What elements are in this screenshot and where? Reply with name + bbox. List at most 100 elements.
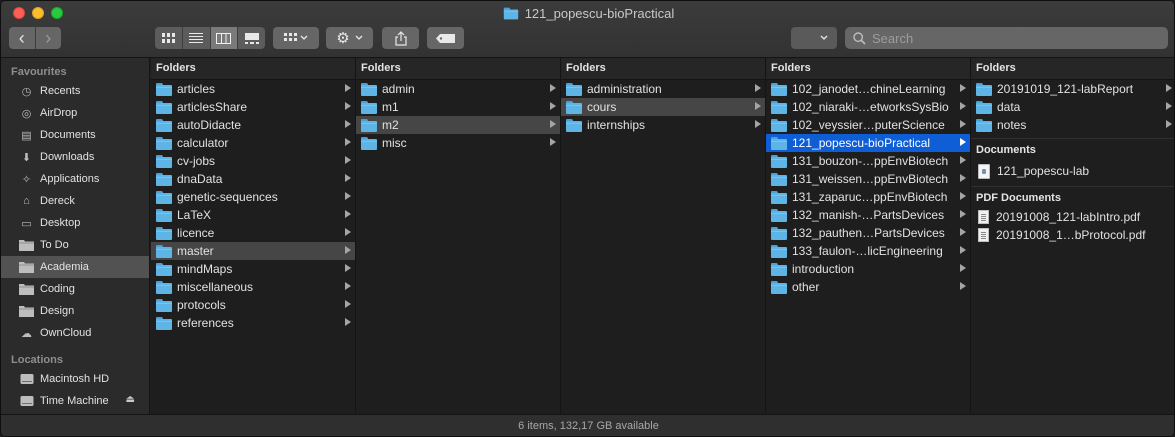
folder-item[interactable]: 132_manish-…PartsDevices: [766, 206, 970, 224]
folder-item[interactable]: 102_veyssier…puterScience: [766, 116, 970, 134]
folder-name: data: [997, 100, 1021, 114]
sidebar-item-desktop[interactable]: ▭ Desktop: [1, 212, 149, 234]
folder-item[interactable]: misc: [356, 134, 560, 152]
folder-item[interactable]: 131_zaparuc…ppEnvBiotech: [766, 188, 970, 206]
column-header: Folders: [151, 58, 355, 80]
folder-item[interactable]: master: [151, 242, 355, 260]
icon-view-button[interactable]: [155, 27, 182, 49]
sidebar-item-academia[interactable]: Academia: [1, 256, 149, 278]
gallery-view-button[interactable]: [237, 27, 265, 49]
search-input[interactable]: [872, 30, 1152, 46]
pdf-name: 20191008_121-labIntro.pdf: [996, 210, 1141, 224]
folder-name: 102_niaraki-…etworksSysBio: [792, 100, 949, 114]
sidebar-item-to-do[interactable]: To Do: [1, 234, 149, 256]
folder-icon: [156, 190, 172, 204]
sidebar-item-airdrop[interactable]: ◎ AirDrop: [1, 102, 149, 124]
folder-item[interactable]: articles: [151, 80, 355, 98]
favourites-list: ◷ Recents ◎ AirDrop ▤ Documents ⬇ Downloads ✧ App…: [1, 80, 149, 344]
sidebar-item-owncloud[interactable]: ☁ OwnCloud: [1, 322, 149, 344]
icon-grid-icon: [161, 33, 175, 43]
document-item[interactable]: 121_popescu-lab: [971, 160, 1174, 182]
folder-item[interactable]: calculator: [151, 134, 355, 152]
folder-item[interactable]: 102_janodet…chineLearning: [766, 80, 970, 98]
folder-item[interactable]: m1: [356, 98, 560, 116]
folder-item[interactable]: cv-jobs: [151, 152, 355, 170]
sidebar-item-coding[interactable]: Coding: [1, 278, 149, 300]
folder-item[interactable]: 131_bouzon-…ppEnvBiotech: [766, 152, 970, 170]
folder-item[interactable]: mindMaps: [151, 260, 355, 278]
action-menu-button[interactable]: ⚙: [326, 27, 373, 49]
folder-item[interactable]: cours: [561, 98, 765, 116]
folder-name: mindMaps: [177, 262, 233, 276]
folder-item[interactable]: articlesShare: [151, 98, 355, 116]
folder-name: 132_pauthen…PartsDevices: [792, 226, 945, 240]
forward-button[interactable]: ›: [34, 27, 62, 49]
tags-button[interactable]: [427, 27, 464, 49]
folder-item[interactable]: notes: [971, 116, 1174, 134]
navigation-buttons: ‹ ›: [9, 27, 61, 49]
sidebar-item-macintosh-hd[interactable]: Macintosh HD: [1, 368, 149, 390]
folder-name: 131_zaparuc…ppEnvBiotech: [792, 190, 948, 204]
column-3: Folders administration cours internships: [561, 58, 766, 414]
folder-item[interactable]: data: [971, 98, 1174, 116]
sidebar-item-documents[interactable]: ▤ Documents: [1, 124, 149, 146]
column-view-button[interactable]: [209, 27, 238, 49]
folder-icon: [361, 136, 377, 150]
pdf-section-header: PDF Documents: [971, 186, 1174, 208]
list-view-button[interactable]: [181, 27, 210, 49]
folder-item[interactable]: 131_weissen…ppEnvBiotech: [766, 170, 970, 188]
folder-item[interactable]: 132_pauthen…PartsDevices: [766, 224, 970, 242]
sidebar-item-design[interactable]: Design: [1, 300, 149, 322]
sidebar-item-label: Recents: [40, 85, 81, 97]
folder-name: admin: [382, 82, 415, 96]
folder-item[interactable]: admin: [356, 80, 560, 98]
list-icon: [189, 33, 204, 43]
back-button[interactable]: ‹: [9, 27, 35, 49]
disclosure-arrow-icon: [960, 120, 966, 128]
sidebar-item-recents[interactable]: ◷ Recents: [1, 80, 149, 102]
column-header: Folders: [561, 58, 765, 80]
disclosure-arrow-icon: [960, 84, 966, 92]
folder-item[interactable]: 121_popescu-bioPractical: [766, 134, 970, 152]
share-button[interactable]: [382, 27, 419, 49]
folder-item[interactable]: protocols: [151, 296, 355, 314]
folder-item[interactable]: genetic-sequences: [151, 188, 355, 206]
gallery-icon: [244, 32, 259, 44]
sidebar-item-applications[interactable]: ✧ Applications: [1, 168, 149, 190]
chevron-right-icon: ›: [45, 28, 52, 48]
sidebar-item-dereck[interactable]: ⌂ Dereck: [1, 190, 149, 212]
group-by-button[interactable]: [273, 27, 319, 49]
disk-icon: [19, 372, 34, 386]
folder-item[interactable]: dnaData: [151, 170, 355, 188]
folder-item[interactable]: 133_faulon-…licEngineering: [766, 242, 970, 260]
sidebar-item-downloads[interactable]: ⬇ Downloads: [1, 146, 149, 168]
folder-item[interactable]: licence: [151, 224, 355, 242]
search-field[interactable]: [845, 27, 1168, 49]
folder-item[interactable]: 102_niaraki-…etworksSysBio: [766, 98, 970, 116]
folder-item[interactable]: miscellaneous: [151, 278, 355, 296]
folder-item[interactable]: references: [151, 314, 355, 332]
folder-icon: [771, 154, 787, 168]
pdf-name: 20191008_1…bProtocol.pdf: [996, 228, 1146, 242]
sidebar-item-time-machine[interactable]: Time Machine ⏏: [1, 390, 149, 412]
folder-name: master: [177, 244, 214, 258]
folder-item[interactable]: internships: [561, 116, 765, 134]
folder-item[interactable]: LaTeX: [151, 206, 355, 224]
pdf-item[interactable]: 20191008_1…bProtocol.pdf: [971, 226, 1174, 244]
disclosure-arrow-icon: [345, 318, 351, 326]
download-icon: ⬇: [21, 151, 32, 164]
folder-icon: [156, 172, 172, 186]
folder-icon: [156, 280, 172, 294]
folder-name: genetic-sequences: [177, 190, 278, 204]
pdf-item[interactable]: 20191008_121-labIntro.pdf: [971, 208, 1174, 226]
folder-item[interactable]: administration: [561, 80, 765, 98]
folder-item[interactable]: introduction: [766, 260, 970, 278]
path-dropdown[interactable]: [791, 27, 837, 49]
folder-item[interactable]: m2: [356, 116, 560, 134]
folder-icon: [771, 172, 787, 186]
folder-item[interactable]: autoDidacte: [151, 116, 355, 134]
folder-item[interactable]: 20191019_121-labReport: [971, 80, 1174, 98]
folder-name: introduction: [792, 262, 855, 276]
eject-icon[interactable]: ⏏: [126, 394, 135, 405]
folder-item[interactable]: other: [766, 278, 970, 296]
